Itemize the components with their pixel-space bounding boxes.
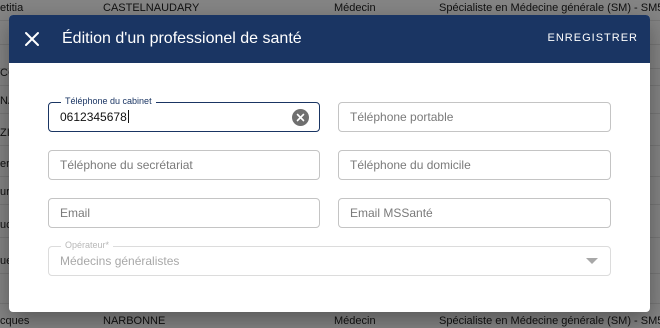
operateur-select[interactable]: Opérateur* Médecins généralistes: [48, 240, 611, 276]
tel-domicile-field[interactable]: Téléphone du domicile: [338, 150, 611, 180]
close-icon: [25, 32, 39, 46]
operateur-label: Opérateur*: [61, 240, 114, 250]
chevron-down-icon[interactable]: [586, 258, 598, 264]
tel-domicile-placeholder: Téléphone du domicile: [350, 158, 471, 172]
email-mssante-placeholder: Email MSSanté: [350, 206, 433, 220]
close-button[interactable]: [21, 28, 43, 50]
dialog-header: Édition d'un professionel de santé ENREG…: [9, 15, 650, 63]
text-cursor: [127, 110, 129, 123]
clear-icon[interactable]: [292, 109, 309, 126]
tel-secretariat-field[interactable]: Téléphone du secrétariat: [48, 150, 320, 180]
tel-cabinet-label: Téléphone du cabinet: [61, 96, 156, 106]
dialog-title: Édition d'un professionel de santé: [62, 30, 302, 47]
save-button[interactable]: ENREGISTRER: [548, 32, 638, 44]
tel-portable-field[interactable]: Téléphone portable: [338, 102, 611, 132]
tel-cabinet-field[interactable]: Téléphone du cabinet 0612345678: [48, 96, 320, 132]
tel-portable-placeholder: Téléphone portable: [350, 110, 454, 124]
edit-professional-dialog: Édition d'un professionel de santé ENREG…: [9, 15, 650, 312]
tel-cabinet-value[interactable]: 0612345678: [60, 110, 129, 124]
email-field[interactable]: Email: [48, 198, 320, 228]
email-mssante-field[interactable]: Email MSSanté: [338, 198, 611, 228]
operateur-value: Médecins généralistes: [60, 254, 180, 268]
tel-secretariat-placeholder: Téléphone du secrétariat: [60, 158, 193, 172]
email-placeholder: Email: [60, 206, 91, 220]
